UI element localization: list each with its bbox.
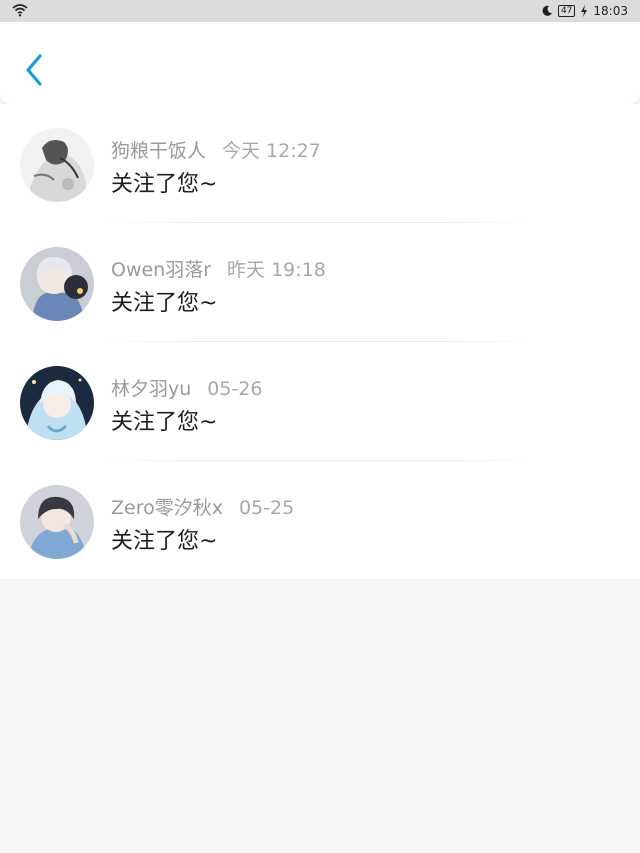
notification-message: 关注了您~	[111, 410, 218, 435]
status-time: 18:03	[593, 4, 628, 18]
charging-icon	[581, 5, 588, 17]
avatar-blue-hair-icon[interactable]	[20, 366, 94, 440]
chevron-left-icon	[26, 54, 42, 86]
avatar-dark-hair-icon[interactable]	[20, 485, 94, 559]
list-item[interactable]: 狗粮干饭人 今天 12:27 关注了您~	[0, 104, 640, 223]
status-right: 47 18:03	[541, 3, 628, 19]
top-nav-bar	[0, 22, 640, 104]
timestamp: 05-26	[207, 378, 263, 400]
timestamp: 05-25	[238, 497, 295, 519]
notification-message: 关注了您~	[111, 529, 218, 554]
notification-message: 关注了您~	[111, 172, 218, 197]
notification-header: 狗粮干饭人 今天 12:27	[111, 136, 321, 163]
username[interactable]: Zero零汐秋x	[111, 497, 223, 519]
wifi-icon	[12, 4, 28, 17]
username[interactable]: 林夕羽yu	[111, 378, 191, 400]
timestamp: 今天 12:27	[222, 140, 321, 162]
notification-header: Owen羽落r 昨天 19:18	[111, 255, 326, 282]
notification-message: 关注了您~	[111, 291, 218, 316]
list-item[interactable]: 林夕羽yu 05-26 关注了您~	[0, 342, 640, 461]
timestamp: 昨天 19:18	[227, 259, 326, 281]
list-item[interactable]: Owen羽落r 昨天 19:18 关注了您~	[0, 223, 640, 342]
notification-header: Zero零汐秋x 05-25	[111, 493, 294, 520]
status-bar: 47 18:03	[0, 0, 640, 22]
notification-list: 狗粮干饭人 今天 12:27 关注了您~ Owen羽落r 昨天 19:18 关注了您…	[0, 104, 640, 579]
avatar-sketch-icon[interactable]	[20, 128, 94, 202]
username[interactable]: Owen羽落r	[111, 259, 211, 281]
back-button[interactable]	[16, 50, 52, 90]
battery-indicator: 47	[557, 5, 576, 17]
notification-header: 林夕羽yu 05-26	[111, 374, 263, 401]
avatar-white-hair-icon[interactable]	[20, 247, 94, 321]
do-not-disturb-moon-icon	[542, 5, 552, 16]
list-item[interactable]: Zero零汐秋x 05-25 关注了您~	[0, 461, 640, 580]
username[interactable]: 狗粮干饭人	[111, 140, 206, 162]
